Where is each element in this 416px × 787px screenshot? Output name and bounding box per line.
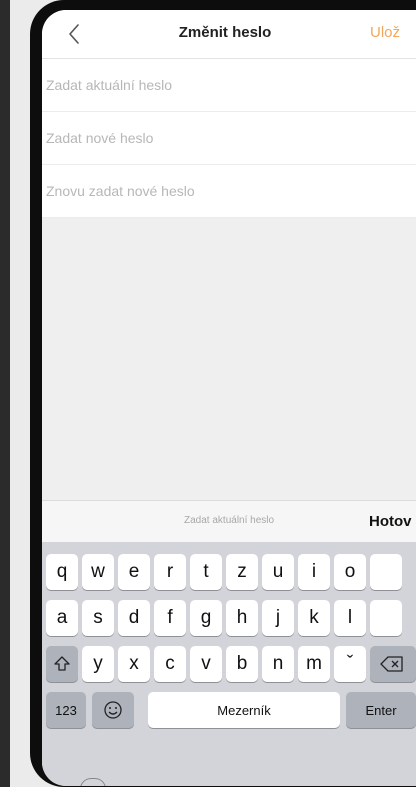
key-o[interactable]: o xyxy=(334,554,366,590)
key-extra[interactable] xyxy=(370,600,402,636)
space-key[interactable]: Mezerník xyxy=(148,692,340,728)
key-w[interactable]: w xyxy=(82,554,114,590)
password-form xyxy=(42,59,416,218)
key-k[interactable]: k xyxy=(298,600,330,636)
left-edge xyxy=(0,0,10,787)
key-d[interactable]: d xyxy=(118,600,150,636)
screen: Změnit heslo Ulož Zadat aktuální heslo H… xyxy=(42,10,416,786)
backspace-icon xyxy=(380,656,403,672)
key-e[interactable]: e xyxy=(118,554,150,590)
key-b[interactable]: b xyxy=(226,646,258,682)
confirm-password-input[interactable] xyxy=(44,182,388,200)
current-password-input[interactable] xyxy=(44,76,388,94)
key-i[interactable]: i xyxy=(298,554,330,590)
key-caron[interactable]: ˇ xyxy=(334,646,366,682)
enter-key[interactable]: Enter xyxy=(346,692,416,728)
key-m[interactable]: m xyxy=(298,646,330,682)
emoji-key[interactable] xyxy=(92,692,134,728)
current-password-row xyxy=(42,59,416,112)
key-h[interactable]: h xyxy=(226,600,258,636)
key-x[interactable]: x xyxy=(118,646,150,682)
key-q[interactable]: q xyxy=(46,554,78,590)
page-title: Změnit heslo xyxy=(178,24,272,41)
key-p[interactable] xyxy=(370,554,402,590)
shift-icon xyxy=(54,656,70,671)
confirm-password-row xyxy=(42,165,416,218)
key-r[interactable]: r xyxy=(154,554,186,590)
done-button[interactable]: Hotov xyxy=(369,513,412,530)
backspace-key[interactable] xyxy=(370,646,416,682)
key-a[interactable]: a xyxy=(46,600,78,636)
key-g[interactable]: g xyxy=(190,600,222,636)
key-z[interactable]: z xyxy=(226,554,258,590)
key-j[interactable]: j xyxy=(262,600,294,636)
key-t[interactable]: t xyxy=(190,554,222,590)
key-s[interactable]: s xyxy=(82,600,114,636)
save-button[interactable]: Ulož xyxy=(370,24,400,41)
key-f[interactable]: f xyxy=(154,600,186,636)
keyboard: q w e r t z u i o a s d f g h j k l y x … xyxy=(42,542,416,786)
key-c[interactable]: c xyxy=(154,646,186,682)
key-n[interactable]: n xyxy=(262,646,294,682)
accessory-field-hint: Zadat aktuální heslo xyxy=(184,515,275,526)
numbers-key[interactable]: 123 xyxy=(46,692,86,728)
navigation-bar: Změnit heslo Ulož xyxy=(42,10,416,59)
new-password-input[interactable] xyxy=(44,129,388,147)
key-v[interactable]: v xyxy=(190,646,222,682)
key-l[interactable]: l xyxy=(334,600,366,636)
new-password-row xyxy=(42,112,416,165)
emoji-icon xyxy=(104,701,122,719)
key-u[interactable]: u xyxy=(262,554,294,590)
shift-key[interactable] xyxy=(46,646,78,682)
key-y[interactable]: y xyxy=(82,646,114,682)
keyboard-accessory-bar: Zadat aktuální heslo Hotov xyxy=(42,500,416,543)
